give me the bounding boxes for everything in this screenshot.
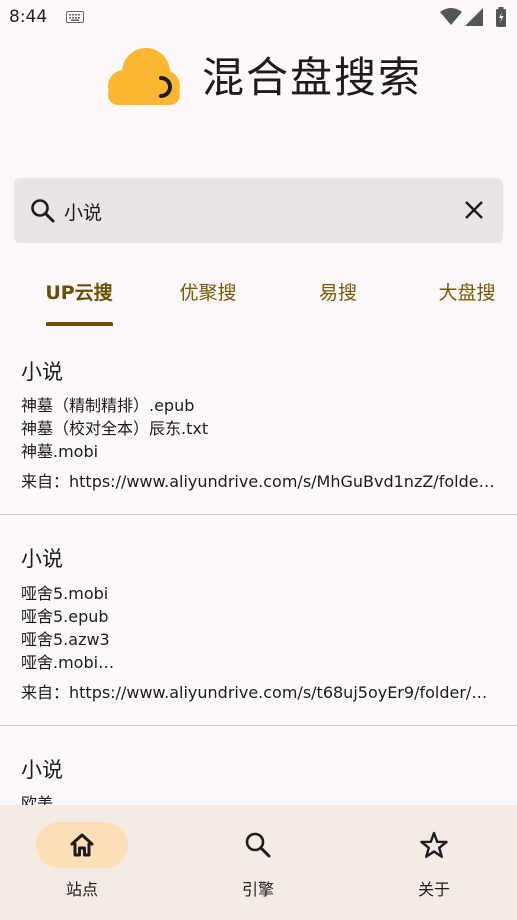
nav-label-engines: 引擎 (241, 880, 274, 899)
battery-icon (496, 7, 506, 27)
result-item[interactable]: 小说 哑舍5.mobi 哑舍5.epub 哑舍5.azw3 哑舍.mobi… 来… (0, 515, 517, 726)
nav-label-about: 关于 (417, 880, 450, 899)
status-time: 8:44 (9, 7, 48, 27)
result-file: 神墓.mobi (21, 442, 99, 461)
result-title: 小说 (21, 360, 63, 384)
signal-icon (465, 8, 483, 26)
tab-dapan[interactable]: 大盘搜 (428, 280, 506, 328)
result-source: 来自：https://www.aliyundrive.com/s/MhGuBvd… (21, 472, 495, 491)
app-title: 混合盘搜索 (202, 53, 423, 102)
home-icon (70, 833, 94, 857)
result-item[interactable]: 小说 欧美 (0, 726, 517, 805)
result-source: 来自：https://www.aliyundrive.com/s/t68uj5o… (21, 683, 488, 702)
nav-label-sites: 站点 (65, 880, 98, 899)
search-icon (245, 832, 271, 858)
tab-indicator (46, 322, 113, 326)
result-file: 哑舍.mobi… (21, 653, 115, 672)
status-bar: 8:44 (0, 0, 517, 34)
result-item[interactable]: 小说 神墓（精制精排）.epub 神墓（校对全本）辰东.txt 神墓.mobi … (0, 340, 517, 515)
tab-yisou[interactable]: 易搜 (308, 280, 368, 328)
tab-youju[interactable]: 优聚搜 (168, 280, 248, 328)
result-file: 神墓（校对全本）辰东.txt (21, 419, 209, 438)
search-icon (31, 199, 55, 223)
keyboard-icon (66, 11, 84, 23)
star-icon (420, 831, 448, 858)
result-file: 欧美 (21, 794, 54, 805)
result-file: 哑舍5.mobi (21, 584, 109, 603)
result-file: 神墓（精制精排）.epub (21, 396, 195, 415)
result-title: 小说 (21, 547, 63, 571)
wifi-icon (440, 8, 462, 25)
result-file: 哑舍5.azw3 (21, 630, 110, 649)
search-input[interactable] (64, 195, 444, 227)
result-file: 哑舍5.epub (21, 607, 109, 626)
result-title: 小说 (21, 758, 63, 782)
tab-up-cloud[interactable]: UP云搜 (40, 280, 118, 328)
clear-icon[interactable] (462, 198, 486, 222)
cloud-logo-icon (108, 48, 180, 105)
